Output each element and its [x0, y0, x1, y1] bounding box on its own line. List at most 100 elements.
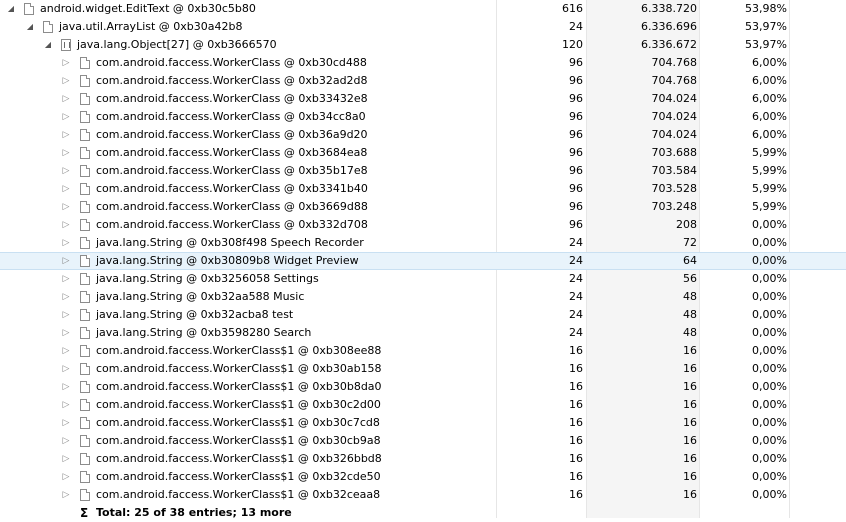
object-icon [80, 471, 90, 483]
tree-row[interactable]: ▷ java.lang.String @ 0xb3256058 Settings… [0, 270, 846, 288]
shallow-heap-value: 120 [562, 38, 583, 51]
retained-heap-value: 704.768 [651, 56, 698, 69]
object-label: com.android.faccess.WorkerClass$1 @ 0xb3… [96, 434, 381, 447]
object-label: com.android.faccess.WorkerClass$1 @ 0xb3… [96, 398, 381, 411]
collapsed-arrow-icon[interactable]: ▷ [61, 126, 71, 144]
shallow-heap-value: 96 [569, 128, 583, 141]
shallow-heap-value: 96 [569, 218, 583, 231]
tree-row[interactable]: ▷ com.android.faccess.WorkerClass$1 @ 0x… [0, 450, 846, 468]
object-label: com.android.faccess.WorkerClass$1 @ 0xb3… [96, 416, 380, 429]
collapsed-arrow-icon[interactable]: ▷ [61, 54, 71, 72]
tree-row[interactable]: ▷ com.android.faccess.WorkerClass$1 @ 0x… [0, 468, 846, 486]
tree-row[interactable]: ▷ com.android.faccess.WorkerClass @ 0xb3… [0, 54, 846, 72]
shallow-heap-value: 24 [569, 236, 583, 249]
collapsed-arrow-icon[interactable]: ▷ [61, 180, 71, 198]
collapsed-arrow-icon[interactable]: ▷ [61, 253, 71, 269]
tree-row[interactable]: ▷ com.android.faccess.WorkerClass @ 0xb3… [0, 90, 846, 108]
tree-row[interactable]: ▷ com.android.faccess.WorkerClass$1 @ 0x… [0, 342, 846, 360]
tree-row[interactable]: ▷ com.android.faccess.WorkerClass @ 0xb3… [0, 108, 846, 126]
total-row[interactable]: Σ Total: 25 of 38 entries; 13 more [0, 504, 846, 520]
object-label: com.android.faccess.WorkerClass @ 0xb35b… [96, 164, 368, 177]
retained-heap-value: 208 [676, 218, 697, 231]
tree-row[interactable]: ▷ java.lang.String @ 0xb32aa588 Music 24… [0, 288, 846, 306]
tree-row[interactable]: ▷ com.android.faccess.WorkerClass$1 @ 0x… [0, 378, 846, 396]
collapsed-arrow-icon[interactable]: ▷ [61, 198, 71, 216]
collapsed-arrow-icon[interactable]: ▷ [61, 360, 71, 378]
retained-heap-value: 16 [683, 380, 697, 393]
object-icon [80, 237, 90, 249]
percentage-value: 0,00% [752, 344, 787, 357]
total-entries-label[interactable]: Total: 25 of 38 entries; 13 more [96, 504, 292, 522]
object-icon [80, 399, 90, 411]
collapsed-arrow-icon[interactable]: ▷ [61, 72, 71, 90]
expanded-arrow-icon[interactable]: ◢ [43, 36, 53, 54]
object-tree-table[interactable]: ◢ android.widget.EditText @ 0xb30c5b80 6… [0, 0, 846, 520]
collapsed-arrow-icon[interactable]: ▷ [61, 324, 71, 342]
retained-heap-value: 16 [683, 470, 697, 483]
tree-row[interactable]: ▷ com.android.faccess.WorkerClass @ 0xb3… [0, 180, 846, 198]
shallow-heap-value: 96 [569, 182, 583, 195]
collapsed-arrow-icon[interactable]: ▷ [61, 450, 71, 468]
percentage-value: 6,00% [752, 74, 787, 87]
shallow-heap-value: 16 [569, 398, 583, 411]
collapsed-arrow-icon[interactable]: ▷ [61, 216, 71, 234]
retained-heap-value: 703.688 [651, 146, 698, 159]
tree-row[interactable]: ▷ com.android.faccess.WorkerClass @ 0xb3… [0, 216, 846, 234]
collapsed-arrow-icon[interactable]: ▷ [61, 432, 71, 450]
collapsed-arrow-icon[interactable]: ▷ [61, 378, 71, 396]
retained-heap-value: 48 [683, 308, 697, 321]
expanded-arrow-icon[interactable]: ◢ [25, 18, 35, 36]
object-label: com.android.faccess.WorkerClass @ 0xb332… [96, 218, 368, 231]
collapsed-arrow-icon[interactable]: ▷ [61, 108, 71, 126]
collapsed-arrow-icon[interactable]: ▷ [61, 162, 71, 180]
percentage-value: 5,99% [752, 200, 787, 213]
percentage-value: 0,00% [752, 452, 787, 465]
tree-row[interactable]: ▷ com.android.faccess.WorkerClass @ 0xb3… [0, 126, 846, 144]
tree-row-edittext[interactable]: ◢ android.widget.EditText @ 0xb30c5b80 6… [0, 0, 846, 18]
retained-heap-value: 16 [683, 452, 697, 465]
object-label: com.android.faccess.WorkerClass$1 @ 0xb3… [96, 380, 382, 393]
collapsed-arrow-icon[interactable]: ▷ [61, 144, 71, 162]
tree-row[interactable]: ▷ com.android.faccess.WorkerClass @ 0xb3… [0, 198, 846, 216]
tree-row[interactable]: ▷ com.android.faccess.WorkerClass$1 @ 0x… [0, 432, 846, 450]
collapsed-arrow-icon[interactable]: ▷ [61, 468, 71, 486]
object-icon [80, 381, 90, 393]
tree-row-arraylist[interactable]: ◢ java.util.ArrayList @ 0xb30a42b8 24 6.… [0, 18, 846, 36]
retained-heap-value: 704.024 [651, 128, 698, 141]
shallow-heap-value: 16 [569, 380, 583, 393]
tree-row[interactable]: ▷ com.android.faccess.WorkerClass$1 @ 0x… [0, 486, 846, 504]
percentage-value: 53,98% [745, 2, 787, 15]
tree-row[interactable]: ▷ com.android.faccess.WorkerClass$1 @ 0x… [0, 414, 846, 432]
tree-row[interactable]: ▷ com.android.faccess.WorkerClass$1 @ 0x… [0, 360, 846, 378]
percentage-value: 5,99% [752, 182, 787, 195]
retained-heap-value: 6.336.696 [641, 20, 697, 33]
tree-row[interactable]: ▷ com.android.faccess.WorkerClass$1 @ 0x… [0, 396, 846, 414]
collapsed-arrow-icon[interactable]: ▷ [61, 486, 71, 504]
object-icon [80, 201, 90, 213]
collapsed-arrow-icon[interactable]: ▷ [61, 396, 71, 414]
percentage-value: 0,00% [752, 254, 787, 267]
tree-row-object-array[interactable]: ◢ java.lang.Object[27] @ 0xb3666570 120 … [0, 36, 846, 54]
percentage-value: 53,97% [745, 38, 787, 51]
collapsed-arrow-icon[interactable]: ▷ [61, 270, 71, 288]
shallow-heap-value: 16 [569, 470, 583, 483]
collapsed-arrow-icon[interactable]: ▷ [61, 288, 71, 306]
collapsed-arrow-icon[interactable]: ▷ [61, 342, 71, 360]
collapsed-arrow-icon[interactable]: ▷ [61, 90, 71, 108]
tree-row[interactable]: ▷ com.android.faccess.WorkerClass @ 0xb3… [0, 144, 846, 162]
retained-heap-value: 64 [683, 254, 697, 267]
tree-row[interactable]: ▷ com.android.faccess.WorkerClass @ 0xb3… [0, 162, 846, 180]
object-icon [80, 111, 90, 123]
collapsed-arrow-icon[interactable]: ▷ [61, 234, 71, 252]
expanded-arrow-icon[interactable]: ◢ [6, 0, 16, 18]
object-label: com.android.faccess.WorkerClass$1 @ 0xb3… [96, 452, 382, 465]
collapsed-arrow-icon[interactable]: ▷ [61, 306, 71, 324]
tree-row[interactable]: ▷ java.lang.String @ 0xb3598280 Search 2… [0, 324, 846, 342]
tree-row[interactable]: ▷ java.lang.String @ 0xb32acba8 test 24 … [0, 306, 846, 324]
retained-heap-value: 48 [683, 326, 697, 339]
tree-row[interactable]: ▷ java.lang.String @ 0xb308f498 Speech R… [0, 234, 846, 252]
collapsed-arrow-icon[interactable]: ▷ [61, 414, 71, 432]
object-label: com.android.faccess.WorkerClass @ 0xb34c… [96, 110, 366, 123]
tree-row[interactable]: ▷ com.android.faccess.WorkerClass @ 0xb3… [0, 72, 846, 90]
tree-row-selected[interactable]: ▷ java.lang.String @ 0xb30809b8 Widget P… [0, 252, 846, 270]
